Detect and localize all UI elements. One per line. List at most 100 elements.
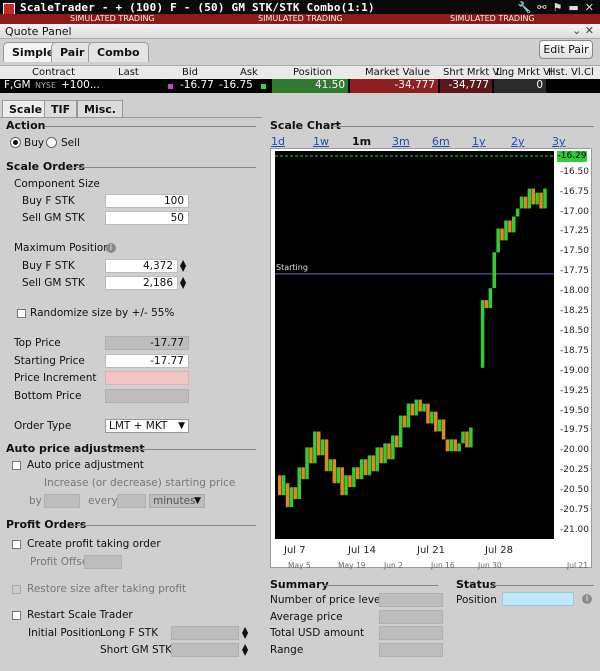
- range-6m[interactable]: 6m: [432, 135, 450, 148]
- long-f-input[interactable]: [171, 626, 239, 640]
- range-value: [379, 643, 443, 657]
- col-position: Position: [293, 67, 332, 78]
- order-type-select[interactable]: LMT + MKT ▼: [105, 419, 189, 433]
- x-sublabel: Jun 2: [384, 561, 403, 570]
- tab-combo[interactable]: Combo: [88, 42, 149, 62]
- price-bar: [461, 431, 465, 444]
- link-icon[interactable]: ⚯: [537, 1, 546, 14]
- randomize-checkbox[interactable]: [17, 309, 26, 318]
- quote-panel-header: Quote Panel ⌄ ✕: [0, 24, 600, 39]
- price-bar: [324, 439, 329, 472]
- price-bar: [449, 439, 454, 452]
- tab-tif[interactable]: TIF: [44, 100, 78, 117]
- sell-gm-label: Sell GM STK: [22, 212, 85, 224]
- short-gm-spinner-icon[interactable]: ▲ ▼: [242, 643, 248, 657]
- price-bar: [523, 196, 528, 209]
- window-title: ScaleTrader - + (100) F - (50) GM STK/ST…: [20, 1, 375, 14]
- price-bar: [301, 467, 305, 480]
- col-long-market-value: Lng Mrkt Vl: [496, 67, 553, 78]
- price-bar: [336, 467, 340, 484]
- price-bar: [293, 487, 298, 500]
- y-tick-label: -20.50: [560, 485, 590, 496]
- sell-gm-size-input[interactable]: 50: [105, 211, 189, 225]
- edit-pair-button[interactable]: Edit Pair: [539, 40, 593, 59]
- time-unit-select[interactable]: minutes ▼: [149, 494, 205, 508]
- range-3m[interactable]: 3m: [392, 135, 410, 148]
- price-chart-svg: [275, 155, 554, 508]
- quote-row[interactable]: F,GM NYSE +100... -16.77 -16.75 41.50 -3…: [0, 79, 600, 93]
- restore-size-label: Restore size after taking profit: [27, 583, 187, 595]
- sell-label: Sell: [61, 137, 80, 149]
- range-3y[interactable]: 3y: [552, 135, 566, 148]
- simulated-trading-bar: SIMULATED TRADING SIMULATED TRADING SIMU…: [0, 14, 600, 24]
- wrench-icon[interactable]: 🔧: [518, 1, 532, 14]
- price-bar: [285, 483, 290, 508]
- price-bar: [320, 439, 325, 456]
- long-f-spinner-icon[interactable]: ▲ ▼: [242, 626, 248, 640]
- range-1d[interactable]: 1d: [271, 135, 285, 148]
- price-increment-label: Price Increment: [14, 372, 97, 384]
- flag-icon[interactable]: ⚑: [553, 1, 563, 14]
- profit-offset-label: Profit Offset: [30, 556, 93, 568]
- x-label-jul14: Jul 14: [348, 545, 376, 556]
- buy-label: Buy: [24, 137, 45, 149]
- sim-label-3: SIMULATED TRADING: [450, 14, 535, 23]
- starting-price-input[interactable]: -17.77: [105, 354, 189, 368]
- col-bid: Bid: [182, 67, 198, 78]
- range-label: Range: [270, 644, 304, 656]
- price-bar: [367, 455, 372, 476]
- buy-f-size-input[interactable]: 100: [105, 194, 189, 208]
- price-bar: [402, 415, 407, 428]
- price-increment-input[interactable]: [105, 371, 189, 385]
- max-sell-gm-input[interactable]: 2,186: [105, 276, 178, 290]
- starting-line-label: Starting: [276, 263, 308, 272]
- price-bar: [289, 487, 294, 508]
- short-gm-input[interactable]: [171, 643, 239, 657]
- create-profit-checkbox[interactable]: [12, 540, 21, 549]
- sell-radio[interactable]: [46, 137, 57, 148]
- price-bar: [328, 459, 333, 472]
- quote-contract-suffix: +100...: [61, 79, 100, 91]
- col-historical-volatility: Hst. Vl.: [548, 67, 584, 78]
- status-position-value: [502, 592, 574, 606]
- restart-checkbox[interactable]: [12, 611, 21, 620]
- max-buy-f-spinner-icon[interactable]: ▲ ▼: [180, 259, 186, 273]
- price-bar: [313, 431, 317, 464]
- auto-price-desc: Increase (or decrease) starting price: [44, 477, 236, 489]
- col-market-value: Market Value: [365, 67, 431, 78]
- range-2y[interactable]: 2y: [511, 135, 525, 148]
- col-last: Last: [118, 67, 139, 78]
- y-tick-label: -16.50: [560, 166, 590, 177]
- price-bar: [352, 467, 356, 488]
- buy-radio[interactable]: [10, 137, 21, 148]
- x-label-jul7: Jul 7: [284, 545, 306, 556]
- tab-scale[interactable]: Scale: [2, 100, 50, 117]
- chart-plot-area[interactable]: [275, 151, 554, 539]
- max-buy-f-input[interactable]: 4,372: [105, 259, 178, 273]
- auto-price-checkbox[interactable]: [12, 461, 21, 470]
- price-bar: [515, 208, 520, 217]
- tab-misc[interactable]: Misc.: [77, 100, 123, 117]
- profit-offset-input[interactable]: [84, 555, 122, 569]
- max-sell-gm-spinner-icon[interactable]: ▲ ▼: [180, 276, 186, 290]
- adjust-every-input[interactable]: [117, 494, 146, 508]
- info-icon[interactable]: i: [106, 243, 116, 253]
- adjust-by-input[interactable]: [44, 494, 80, 508]
- y-tick-label: -19.75: [560, 425, 590, 436]
- max-buy-f-label: Buy F STK: [22, 260, 75, 272]
- window-controls: 🔧 ⚯ ⚑ ▬ ✕: [512, 1, 594, 14]
- short-gm-label: Short GM STK: [100, 644, 173, 656]
- price-bar: [535, 192, 539, 205]
- range-1m[interactable]: 1m: [352, 135, 371, 148]
- range-1y[interactable]: 1y: [472, 135, 486, 148]
- info-icon[interactable]: i: [582, 594, 592, 604]
- divider: [114, 449, 256, 450]
- auto-price-label: Auto price adjustment: [27, 459, 144, 471]
- price-bar: [465, 431, 469, 448]
- range-1w[interactable]: 1w: [313, 135, 329, 148]
- minimize-icon[interactable]: ▬: [568, 1, 578, 14]
- panel-controls[interactable]: ⌄ ✕: [572, 24, 594, 37]
- restore-size-checkbox[interactable]: [12, 585, 21, 594]
- close-icon[interactable]: ✕: [585, 1, 594, 14]
- y-tick-label: -16.75: [560, 186, 590, 197]
